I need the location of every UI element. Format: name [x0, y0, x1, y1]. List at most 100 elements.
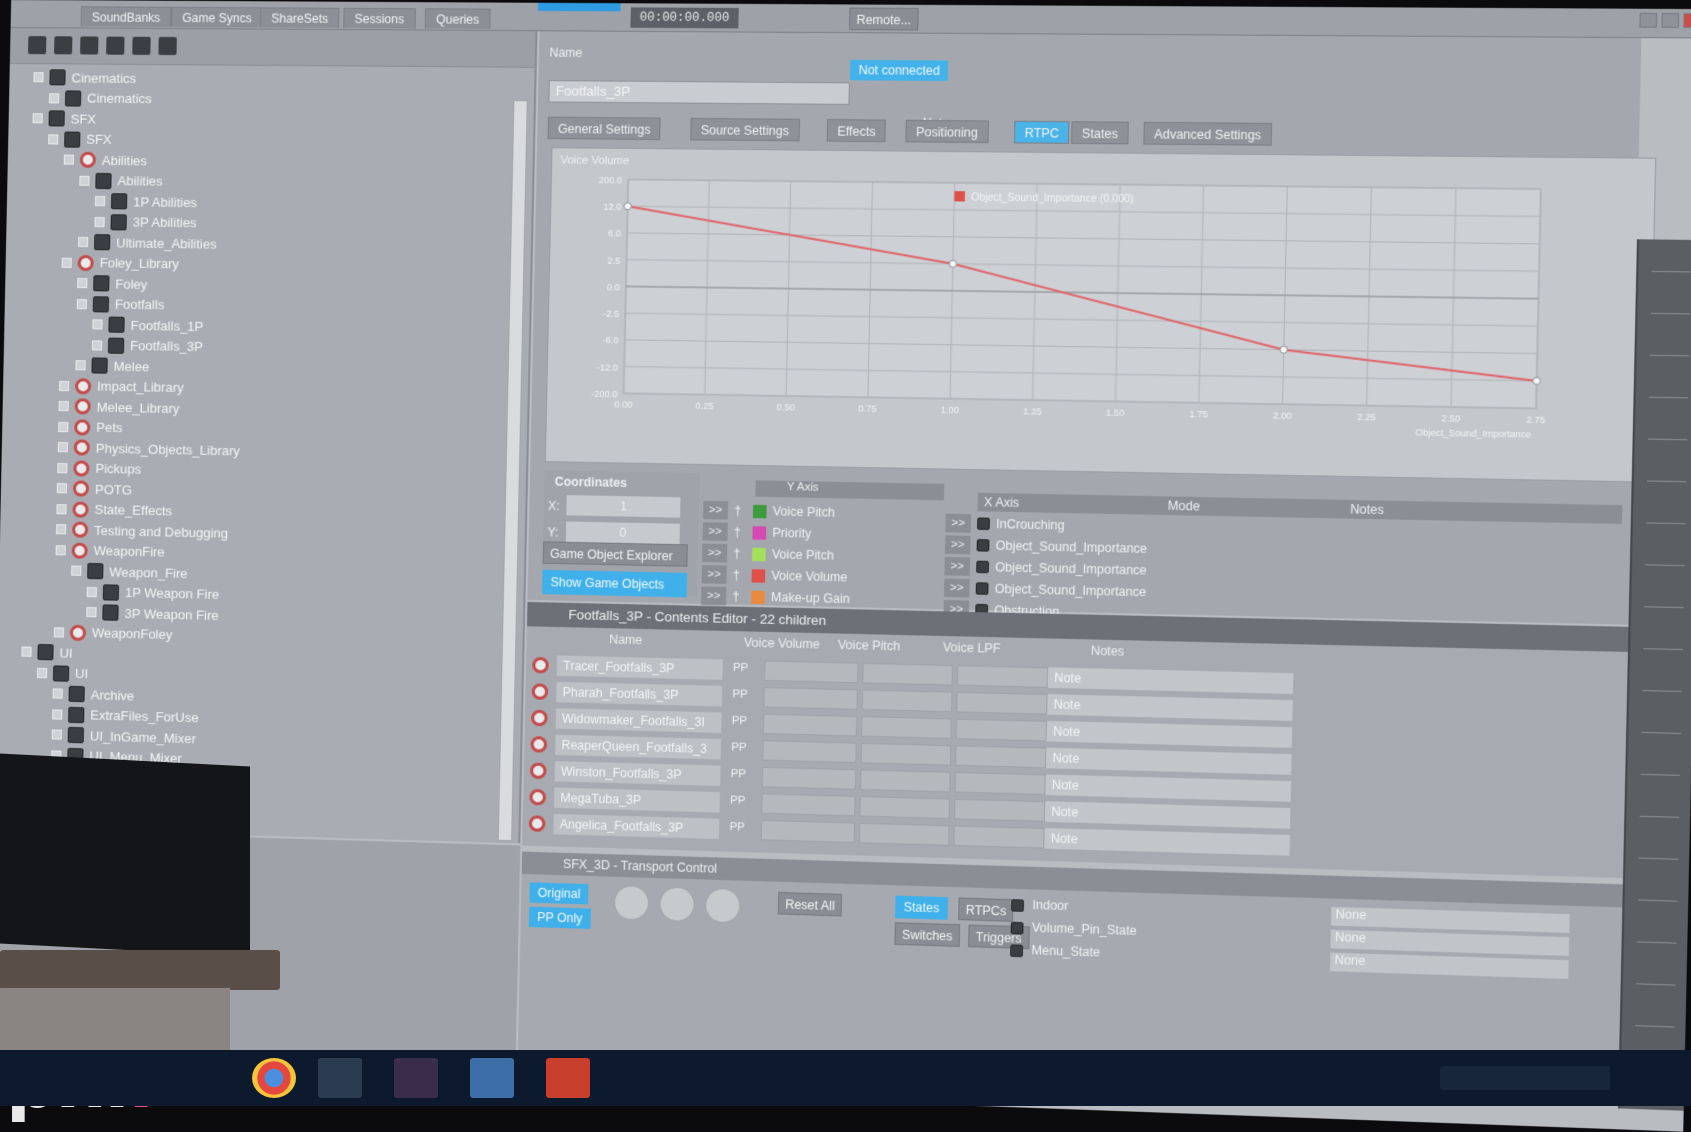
- voice-lpf-cell[interactable]: [953, 798, 1046, 822]
- tree-checkbox[interactable]: [32, 113, 43, 124]
- remote-button[interactable]: Remote...: [848, 7, 919, 31]
- notes-cell[interactable]: Note: [1047, 694, 1293, 721]
- tree-checkbox[interactable]: [61, 257, 72, 268]
- tree-item[interactable]: Cinematics: [33, 68, 136, 87]
- pp-checkbox[interactable]: PP: [731, 741, 747, 754]
- tree-checkbox[interactable]: [33, 72, 44, 83]
- x-axis-row[interactable]: >> Object_Sound_Importance: [944, 534, 1147, 559]
- row-name[interactable]: Angelica_Footfalls_3P: [553, 813, 720, 840]
- prop-tab-rtpc[interactable]: RTPC: [1013, 120, 1070, 144]
- row-name[interactable]: ReaperQueen_Footfalls_3: [555, 734, 722, 760]
- col-voice-lpf[interactable]: Voice LPF: [943, 640, 1001, 656]
- row-name[interactable]: Pharah_Footfalls_3P: [556, 681, 723, 707]
- y-coord-field[interactable]: 0: [565, 521, 680, 545]
- prop-tab-states[interactable]: States: [1071, 121, 1129, 145]
- prop-tab-general-settings[interactable]: General Settings: [547, 116, 662, 141]
- row-name[interactable]: Winston_Footfalls_3P: [554, 761, 721, 787]
- folder-icon[interactable]: [80, 36, 99, 55]
- col-voice-pitch[interactable]: Voice Pitch: [838, 638, 901, 654]
- tree-checkbox[interactable]: [58, 380, 70, 391]
- tree-checkbox[interactable]: [86, 607, 97, 618]
- pin-icon[interactable]: †: [733, 568, 746, 583]
- tree-checkbox[interactable]: [48, 92, 60, 103]
- tree-item[interactable]: UI: [36, 663, 88, 682]
- voice-pitch-cell[interactable]: [862, 662, 954, 686]
- close-icon[interactable]: [1683, 13, 1691, 28]
- pp-checkbox[interactable]: PP: [733, 662, 749, 675]
- notes-cell[interactable]: Note: [1047, 667, 1294, 694]
- tree-checkbox[interactable]: [92, 319, 103, 330]
- prop-tab-advanced-settings[interactable]: Advanced Settings: [1143, 121, 1273, 146]
- pp-checkbox[interactable]: PP: [729, 821, 745, 834]
- switches-button[interactable]: Switches: [894, 922, 961, 947]
- voice-pitch-cell[interactable]: [861, 716, 952, 739]
- voice-lpf-cell[interactable]: [954, 771, 1046, 796]
- assign-arrow-button[interactable]: >>: [944, 556, 971, 576]
- tree-item[interactable]: UI: [21, 643, 73, 662]
- minimize-icon[interactable]: [1639, 12, 1658, 28]
- pp-checkbox[interactable]: PP: [730, 794, 746, 807]
- tree-checkbox[interactable]: [94, 216, 105, 227]
- prop-tab-positioning[interactable]: Positioning: [905, 119, 989, 144]
- tree-item[interactable]: Ultimate_Abilities: [78, 233, 217, 253]
- rtpc-graph[interactable]: Voice Volume 200.0 12.0 6.0 2.5 0.0 -2.5 -6.0-…: [544, 147, 1657, 483]
- voice-lpf-cell[interactable]: [953, 825, 1045, 849]
- tab-sharesets[interactable]: ShareSets: [259, 7, 340, 28]
- voice-lpf-cell[interactable]: [955, 745, 1047, 769]
- col-name[interactable]: Name: [609, 632, 642, 647]
- prop-tab-source-settings[interactable]: Source Settings: [690, 117, 800, 142]
- tab-game-syncs[interactable]: Game Syncs: [171, 6, 264, 28]
- assign-arrow-button[interactable]: >>: [702, 522, 728, 542]
- tree-checkbox[interactable]: [79, 175, 90, 186]
- prop-tab-effects[interactable]: Effects: [826, 119, 887, 143]
- tree-item[interactable]: Abilities: [63, 151, 147, 170]
- assign-arrow-button[interactable]: >>: [701, 543, 728, 563]
- pin-icon[interactable]: †: [732, 589, 745, 604]
- original-button[interactable]: Original: [529, 882, 589, 905]
- tree-item[interactable]: 3P Abilities: [94, 213, 197, 232]
- x-axis-row[interactable]: >> InCrouching: [945, 513, 1065, 536]
- tree-checkbox[interactable]: [55, 544, 66, 555]
- x-axis-row[interactable]: >> Object_Sound_Importance: [944, 556, 1147, 581]
- tree-checkbox[interactable]: [21, 646, 32, 657]
- assign-arrow-button[interactable]: >>: [944, 535, 971, 555]
- tree-checkbox[interactable]: [78, 236, 89, 248]
- chrome-icon[interactable]: [252, 1058, 296, 1098]
- states-button[interactable]: States: [894, 895, 949, 920]
- tree-item[interactable]: Archive: [52, 684, 134, 704]
- tree-item[interactable]: Melee_Library: [58, 397, 180, 417]
- pin-icon[interactable]: †: [733, 546, 746, 561]
- voice-pitch-cell[interactable]: [861, 689, 953, 713]
- tree-item[interactable]: Footfalls_3P: [91, 336, 203, 356]
- pp-checkbox[interactable]: PP: [732, 715, 748, 728]
- notes-cell[interactable]: Note: [1046, 720, 1293, 748]
- tree-checkbox[interactable]: [63, 154, 74, 165]
- voice-volume-cell[interactable]: [763, 660, 859, 684]
- voice-volume-cell[interactable]: [763, 687, 858, 710]
- voice-volume-cell[interactable]: [762, 740, 857, 764]
- tree-item[interactable]: 1P Abilities: [94, 192, 197, 211]
- x-coord-field[interactable]: 1: [566, 495, 681, 518]
- assign-arrow-button[interactable]: >>: [701, 565, 727, 584]
- tree-item[interactable]: POTG: [56, 479, 132, 499]
- reset-all-button[interactable]: Reset All: [777, 891, 843, 917]
- game-object-explorer-button[interactable]: Game Object Explorer ...: [542, 541, 688, 583]
- col-notes[interactable]: Notes: [1091, 644, 1125, 659]
- tree-item[interactable]: Melee: [75, 356, 149, 375]
- tree-item[interactable]: WeaponFoley: [53, 623, 173, 644]
- new-object-icon[interactable]: [28, 36, 47, 55]
- tree-item[interactable]: State_Effects: [56, 500, 172, 520]
- tree-item[interactable]: Footfalls_1P: [92, 315, 204, 335]
- workunit-icon[interactable]: [54, 36, 73, 55]
- app-icon[interactable]: [394, 1058, 438, 1098]
- row-name[interactable]: MegaTuba_3P: [553, 787, 720, 813]
- play-icon[interactable]: [704, 887, 741, 924]
- system-tray[interactable]: [1440, 1066, 1610, 1090]
- voice-pitch-cell[interactable]: [859, 796, 951, 820]
- stop-icon[interactable]: [613, 884, 650, 921]
- notes-cell[interactable]: Note: [1044, 801, 1291, 829]
- tree-checkbox[interactable]: [58, 421, 69, 432]
- powerpoint-icon[interactable]: [546, 1058, 590, 1098]
- tree-item[interactable]: Weapon_Fire: [71, 562, 188, 583]
- tree-checkbox[interactable]: [86, 586, 97, 597]
